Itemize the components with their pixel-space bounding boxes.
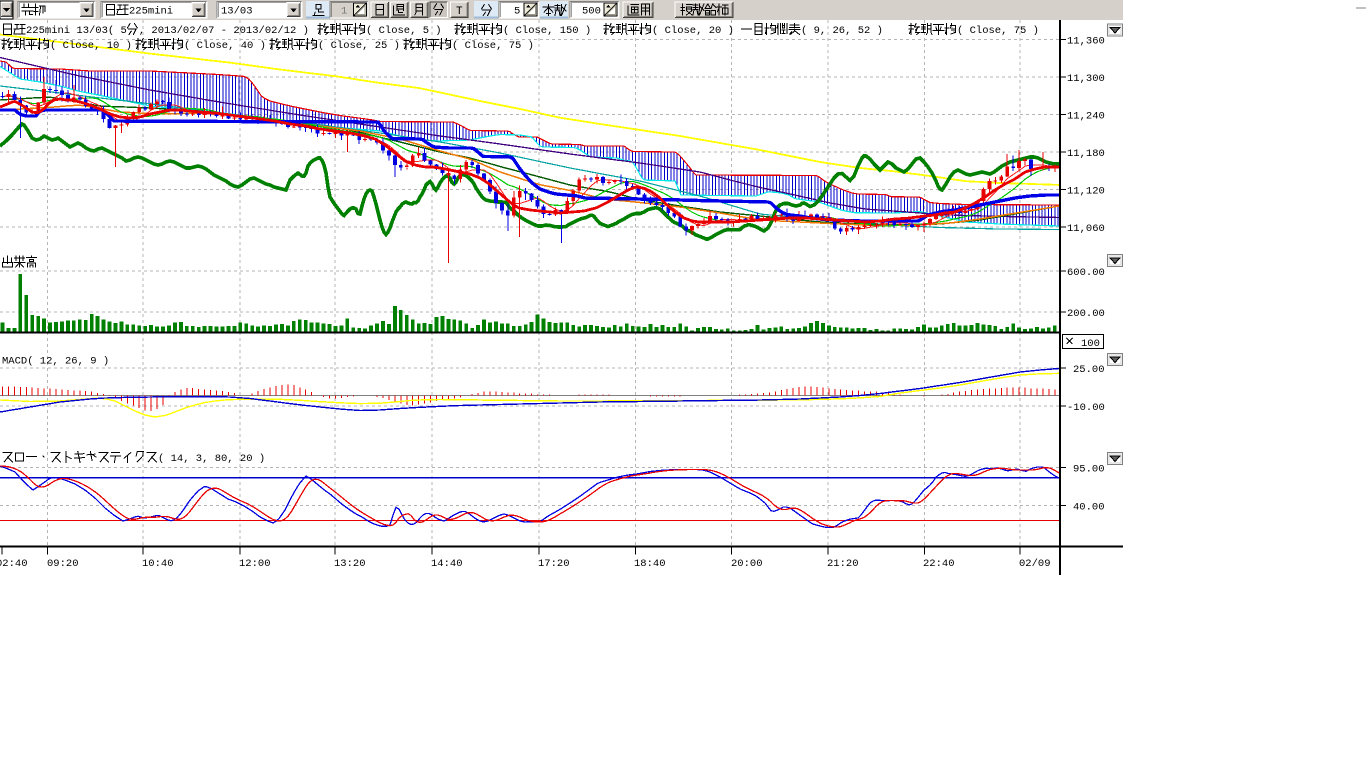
svg-text:11,240: 11,240: [1067, 111, 1105, 123]
svg-text:14:40: 14:40: [431, 558, 463, 570]
svg-text:MACD( 12, 26, 9 ): MACD( 12, 26, 9 ): [2, 356, 109, 368]
svg-text:21:20: 21:20: [827, 558, 859, 570]
svg-text:10:40: 10:40: [142, 558, 174, 570]
svg-text:500: 500: [582, 6, 601, 18]
svg-text:5: 5: [514, 6, 520, 18]
svg-text:18:40: 18:40: [634, 558, 666, 570]
svg-text:13/03: 13/03: [221, 6, 253, 18]
svg-text:( Close, 150 ): ( Close, 150 ): [503, 25, 591, 37]
svg-text:( 14, 3, 80, 20 ): ( 14, 3, 80, 20 ): [158, 453, 265, 465]
svg-text:600.00: 600.00: [1067, 267, 1105, 279]
svg-text:40.00: 40.00: [1073, 502, 1105, 514]
svg-text:( Close, 40 ): ( Close, 40 ): [184, 40, 266, 52]
svg-text:( Close, 5 ): ( Close, 5 ): [366, 25, 442, 37]
svg-text:11,060: 11,060: [1067, 223, 1105, 235]
svg-text:( Close, 75 ): ( Close, 75 ): [452, 40, 534, 52]
svg-text:09:20: 09:20: [47, 558, 79, 570]
svg-text:17:20: 17:20: [538, 558, 570, 570]
svg-text:, 2013/02/07 - 2013/02/12 ): , 2013/02/07 - 2013/02/12 ): [139, 25, 309, 37]
svg-text:( Close, 10 ): ( Close, 10 ): [50, 40, 132, 52]
svg-text:20:00: 20:00: [731, 558, 763, 570]
svg-text:02/09: 02/09: [1019, 558, 1051, 570]
svg-text:( 9, 26, 52 ): ( 9, 26, 52 ): [801, 25, 883, 37]
svg-text:11,120: 11,120: [1067, 186, 1105, 198]
svg-text:13:20: 13:20: [334, 558, 366, 570]
svg-text:T: T: [456, 6, 463, 18]
svg-text:12:00: 12:00: [239, 558, 271, 570]
svg-text:11,300: 11,300: [1067, 73, 1105, 85]
svg-text:200.00: 200.00: [1067, 308, 1105, 320]
svg-text:-10.00: -10.00: [1067, 402, 1105, 414]
svg-text:( Close, 25 ): ( Close, 25 ): [318, 40, 400, 52]
svg-text:( Close, 75 ): ( Close, 75 ): [957, 25, 1039, 37]
svg-text:1: 1: [341, 6, 347, 18]
svg-text:02:40: 02:40: [0, 558, 28, 570]
svg-text:225mini 13/03( 5: 225mini 13/03( 5: [26, 25, 127, 37]
svg-text:( Close, 20 ): ( Close, 20 ): [652, 25, 734, 37]
svg-text:22:40: 22:40: [923, 558, 955, 570]
svg-text:225mini: 225mini: [129, 6, 173, 18]
svg-text:95.00: 95.00: [1073, 464, 1105, 476]
svg-text:100: 100: [1081, 338, 1100, 350]
svg-text:11,360: 11,360: [1067, 36, 1105, 48]
svg-text:25.00: 25.00: [1073, 364, 1105, 376]
svg-text:11,180: 11,180: [1067, 148, 1105, 160]
